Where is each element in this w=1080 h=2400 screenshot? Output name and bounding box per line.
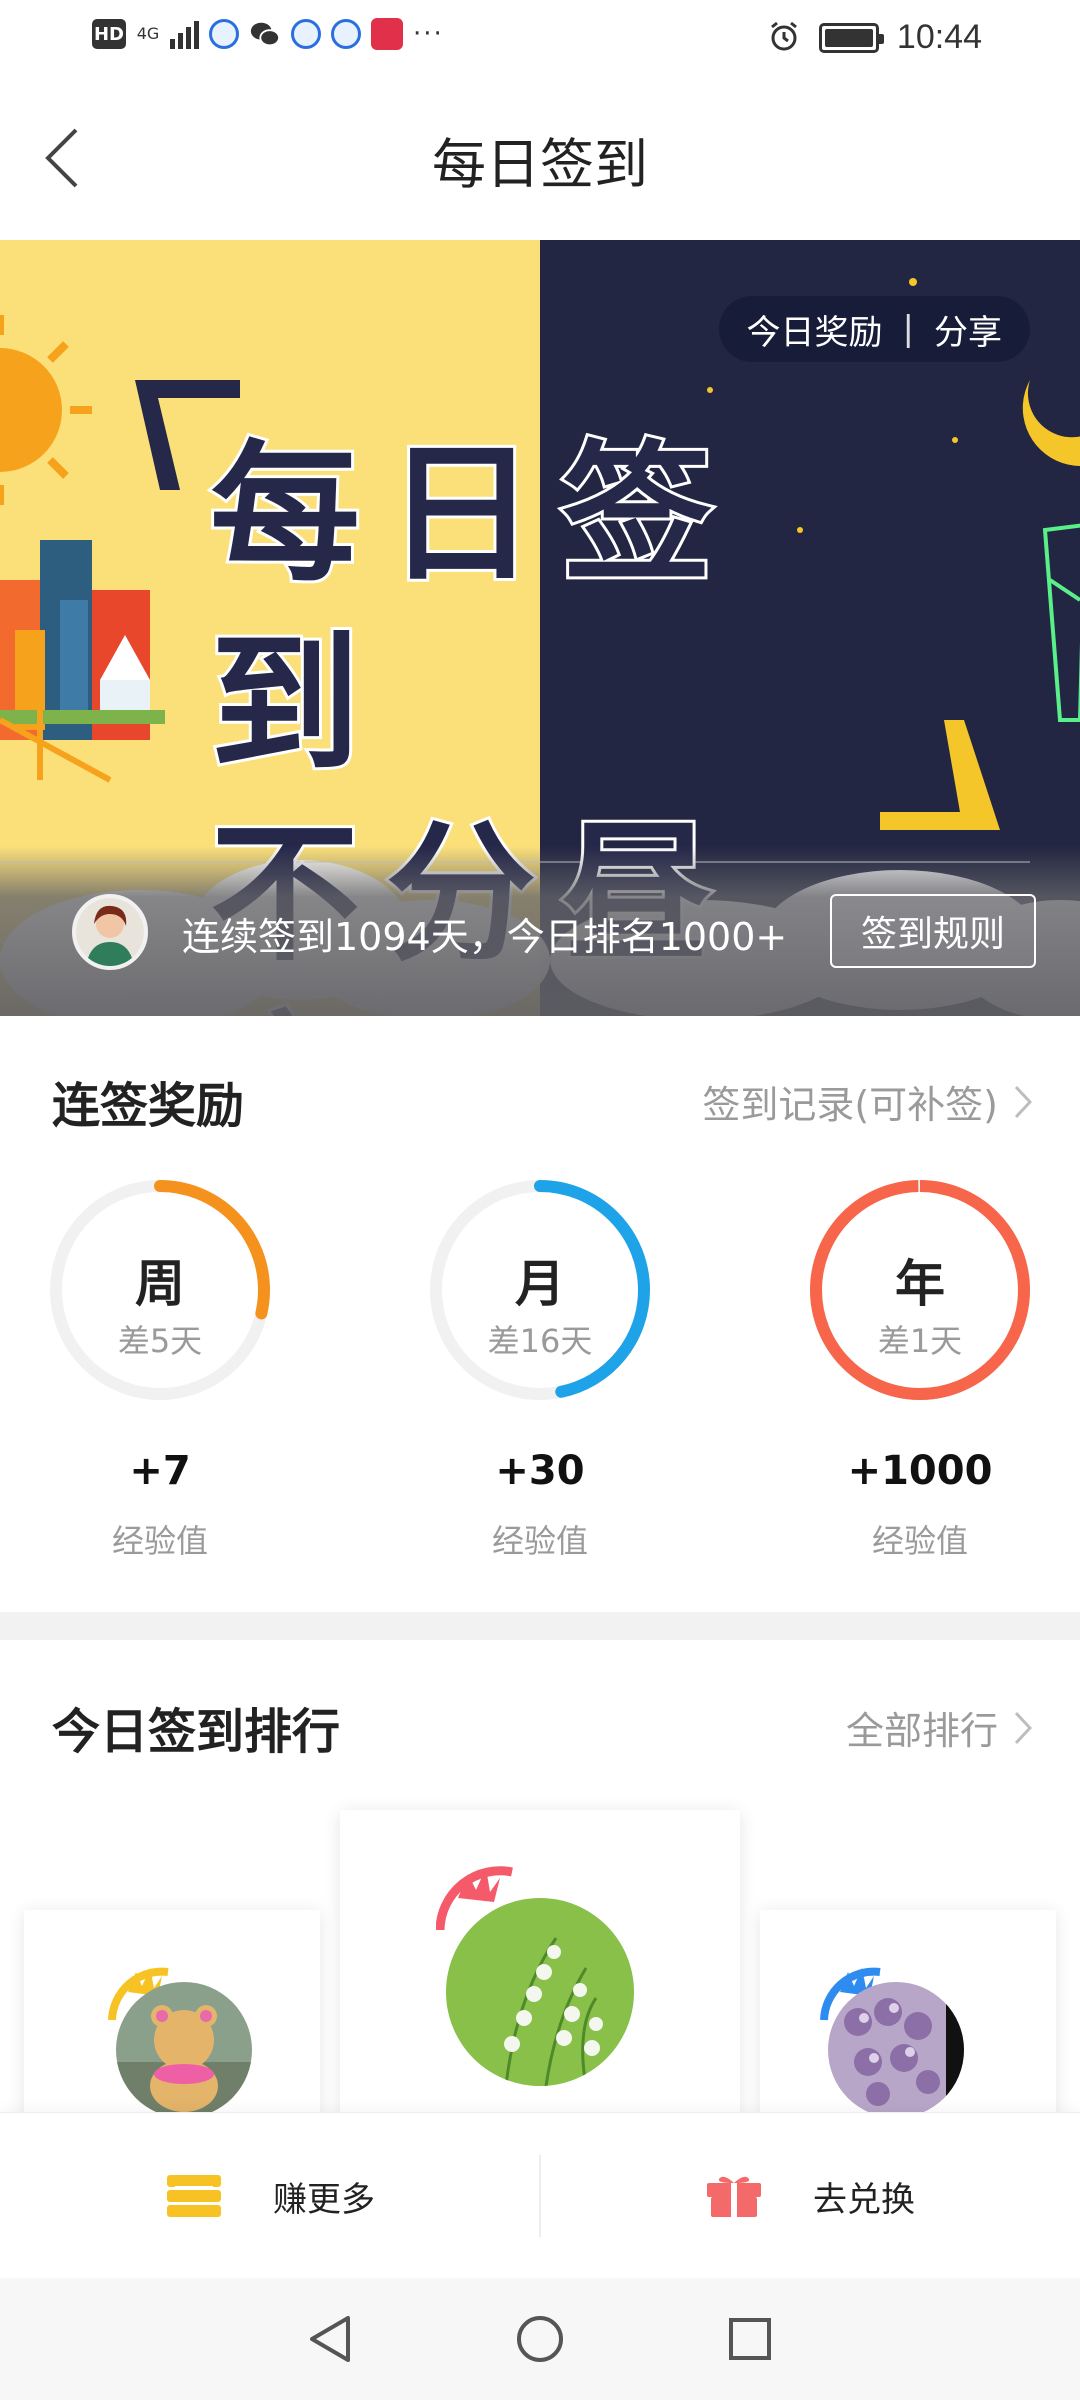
- redeem-button[interactable]: 去兑换: [540, 2113, 1080, 2279]
- sign-in-rules-button[interactable]: 签到规则: [830, 894, 1036, 968]
- status-left: HD 4G ···: [92, 18, 444, 50]
- action-divider: [539, 2155, 541, 2237]
- reward-unit: 月: [515, 1255, 565, 1313]
- today-ranking-title: 今日签到排行: [52, 1704, 341, 1760]
- sign-in-page: HD 4G ··· 10:44 每日签到 每日签到 今日奖励 | 分享 连续签到…: [0, 0, 1080, 2400]
- app-icon: [291, 19, 321, 49]
- redeem-label: 去兑换: [813, 2179, 915, 2220]
- status-bar: HD 4G ··· 10:44: [0, 0, 1080, 78]
- chevron-left-icon: [45, 128, 78, 188]
- status-right: 10:44: [767, 18, 982, 57]
- days-remaining: 差16天: [487, 1322, 593, 1360]
- today-reward-link[interactable]: 今日奖励: [747, 305, 883, 354]
- nav-back-button[interactable]: [300, 2309, 360, 2369]
- rank-avatar: [446, 1898, 634, 2086]
- hd-icon: HD: [92, 19, 126, 49]
- wechat-icon: [249, 18, 281, 50]
- reward-points: +30: [495, 1448, 585, 1494]
- triangle-back-icon: [310, 2316, 350, 2362]
- rank-avatar: [116, 1982, 252, 2118]
- points-label: 经验值: [871, 1522, 968, 1560]
- days-remaining: 差5天: [117, 1322, 203, 1360]
- chevron-right-icon: [1014, 1085, 1032, 1118]
- reward-points: +1000: [847, 1448, 993, 1494]
- more-notifications-icon: ···: [413, 19, 444, 49]
- earn-more-label: 赚更多: [273, 2179, 375, 2220]
- section-divider: [0, 1612, 1080, 1640]
- clock: 10:44: [896, 18, 982, 56]
- reward-unit: 年: [895, 1255, 945, 1313]
- sign-in-record-link[interactable]: 签到记录(可补签): [702, 1074, 1032, 1129]
- circle-home-icon: [517, 2316, 563, 2362]
- alarm-icon: [767, 19, 801, 57]
- banner[interactable]: 每日签到 不分昼夜 今日奖励 | 分享 连续签到1094天，今日排名1000+ …: [0, 240, 1080, 1016]
- square-recents-icon: [729, 2318, 771, 2360]
- earn-more-button[interactable]: 赚更多: [0, 2113, 540, 2279]
- hero-line-1: 每日签到: [207, 425, 739, 795]
- reward-unit: 周: [135, 1255, 185, 1313]
- reward-week: 周 差5天 +7 经验值: [40, 1180, 280, 1580]
- sign-in-record-label: 签到记录(可补签): [702, 1083, 998, 1127]
- nav-home-button[interactable]: [510, 2309, 570, 2369]
- chevron-right-icon: [1014, 1711, 1032, 1744]
- page-title: 每日签到: [432, 132, 648, 196]
- coins-icon: [167, 2175, 221, 2217]
- gift-icon: [707, 2176, 761, 2217]
- bottom-action-bar: 赚更多 去兑换: [0, 2112, 1080, 2278]
- pill-separator: |: [902, 309, 914, 349]
- all-ranking-label: 全部排行: [845, 1709, 998, 1753]
- app-icon: [331, 19, 361, 49]
- reward-share-pill: 今日奖励 | 分享: [718, 296, 1030, 362]
- share-link[interactable]: 分享: [934, 305, 1002, 354]
- battery-icon: [818, 22, 884, 53]
- streak-text: 连续签到1094天，今日排名1000+: [182, 915, 788, 959]
- rank-avatar: [828, 1982, 964, 2118]
- back-button[interactable]: [32, 118, 92, 198]
- reward-year: 年 差1天 +1000 经验值: [800, 1180, 1040, 1580]
- all-ranking-link[interactable]: 全部排行: [846, 1700, 1032, 1755]
- book-app-icon: [371, 18, 403, 50]
- network-type: 4G: [136, 24, 160, 43]
- app-icon: [209, 19, 239, 49]
- streak-rewards-title: 连签奖励: [52, 1078, 245, 1134]
- points-label: 经验值: [491, 1522, 588, 1560]
- system-nav-bar: [0, 2278, 1080, 2400]
- signal-icon: [170, 19, 199, 49]
- days-remaining: 差1天: [877, 1322, 963, 1360]
- user-avatar[interactable]: [72, 894, 148, 970]
- nav-recents-button[interactable]: [720, 2309, 780, 2369]
- reward-month: 月 差16天 +30 经验值: [420, 1180, 660, 1580]
- reward-points: +7: [129, 1448, 191, 1494]
- points-label: 经验值: [111, 1522, 208, 1560]
- app-header: 每日签到: [0, 78, 1080, 240]
